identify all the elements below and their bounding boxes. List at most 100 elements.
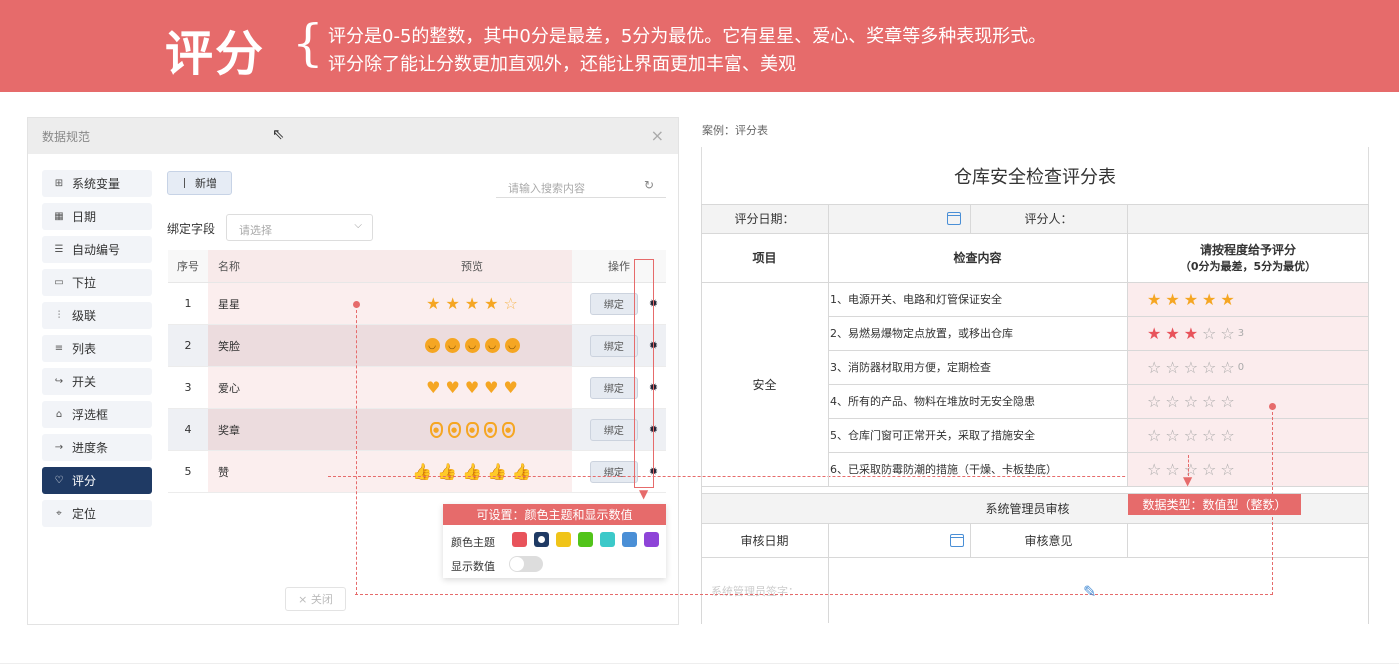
- mouse-cursor-icon: ⇖: [272, 125, 285, 143]
- list-icon: ≡: [54, 343, 64, 354]
- star-icon[interactable]: ★: [1184, 324, 1198, 343]
- bind-button[interactable]: 绑定: [589, 334, 638, 357]
- location-icon: ⌖: [56, 508, 62, 519]
- row-preview: ● ● ● ● ●: [372, 409, 572, 450]
- review-opinion-field[interactable]: [1127, 523, 1369, 557]
- star-icon[interactable]: ★: [1220, 290, 1234, 309]
- sidebar: ⊞ 系统变量 ▦ 日期 ☰ 自动编号 ▭ 下拉 ⫶ 级联 ≡ 列表 ↪ 开关 ⌂ 浮选框 → 进度条 ♡ 评分 ⌖ 定位: [42, 170, 152, 533]
- grid-line: [1127, 523, 1128, 557]
- star-outline-icon[interactable]: ☆: [1147, 426, 1161, 445]
- star-icon[interactable]: ★: [1147, 290, 1161, 309]
- sidebar-item[interactable]: ⌖ 定位: [42, 500, 152, 527]
- rating-stars[interactable]: ☆ ☆ ☆ ☆ ☆: [1147, 426, 1235, 445]
- sidebar-item[interactable]: ≡ 列表: [42, 335, 152, 362]
- color-swatch[interactable]: [600, 532, 615, 547]
- close-icon[interactable]: ×: [651, 126, 664, 145]
- star-outline-icon[interactable]: ☆: [1202, 358, 1216, 377]
- connector-line: [356, 305, 357, 595]
- score-header-line2: （0分为最差，5分为最优）: [1179, 260, 1317, 273]
- sidebar-item[interactable]: ⌂ 浮选框: [42, 401, 152, 428]
- color-swatch[interactable]: [512, 532, 527, 547]
- color-swatch[interactable]: [622, 532, 637, 547]
- star-outline-icon[interactable]: ☆: [1147, 358, 1161, 377]
- bind-button[interactable]: 绑定: [589, 376, 638, 399]
- star-outline-icon[interactable]: ☆: [1184, 358, 1198, 377]
- star-outline-icon[interactable]: ☆: [1202, 460, 1216, 479]
- sidebar-item[interactable]: ♡ 评分: [42, 467, 152, 494]
- add-button[interactable]: 新增: [167, 171, 232, 195]
- star-outline-icon[interactable]: ☆: [1202, 426, 1216, 445]
- star-icon[interactable]: ★: [1165, 324, 1179, 343]
- search-placeholder: 请输入搜索内容: [508, 182, 585, 195]
- row-index: 4: [184, 423, 192, 436]
- rating-stars[interactable]: ☆ ☆ ☆ ☆ ☆: [1147, 358, 1235, 377]
- review-title-text: 系统管理员审核: [985, 501, 1070, 516]
- thumbs-up-icon: 👍: [511, 462, 532, 481]
- rating-stars[interactable]: ★ ★ ★ ☆ ☆: [1147, 324, 1235, 343]
- star-outline-icon[interactable]: ☆: [1165, 392, 1179, 411]
- star-icon[interactable]: ★: [1165, 290, 1179, 309]
- table-row: 1 星星 ★ ★ ★ ★ ☆ 绑定 ✹: [168, 283, 666, 325]
- score-header-line1: 请按程度给予评分: [1199, 243, 1296, 257]
- star-outline-icon[interactable]: ☆: [1220, 426, 1234, 445]
- review-date-field[interactable]: [828, 523, 970, 557]
- sidebar-item[interactable]: ▦ 日期: [42, 203, 152, 230]
- color-swatch[interactable]: [534, 532, 549, 547]
- medal-icon: ●: [465, 421, 479, 438]
- thumbs-up-icon: 👍: [412, 462, 433, 481]
- star-outline-icon[interactable]: ☆: [1220, 324, 1234, 343]
- sidebar-item[interactable]: ⫶ 级联: [42, 302, 152, 329]
- date-field[interactable]: [828, 204, 970, 233]
- row-preview: 👍 👍 👍 👍 👍: [372, 451, 572, 492]
- sidebar-item[interactable]: → 进度条: [42, 434, 152, 461]
- grid-line: [970, 204, 971, 233]
- star-outline-icon[interactable]: ☆: [1147, 460, 1161, 479]
- row-name: 赞: [208, 451, 372, 492]
- score-value: 3: [1237, 327, 1245, 339]
- color-swatch[interactable]: [644, 532, 659, 547]
- star-icon[interactable]: ★: [1202, 290, 1216, 309]
- star-outline-icon[interactable]: ☆: [1147, 392, 1161, 411]
- case-label: 案例：评分表: [702, 124, 768, 137]
- color-swatch[interactable]: [556, 532, 571, 547]
- star-icon[interactable]: ★: [1184, 290, 1198, 309]
- star-outline-icon[interactable]: ☆: [1165, 358, 1179, 377]
- star-outline-icon[interactable]: ☆: [1220, 392, 1234, 411]
- star-outline-icon[interactable]: ☆: [1220, 358, 1234, 377]
- grid-line: [828, 204, 829, 486]
- sidebar-item[interactable]: ☰ 自动编号: [42, 236, 152, 263]
- bind-field-select[interactable]: 请选择 ⌵: [226, 214, 373, 241]
- star-outline-icon[interactable]: ☆: [1220, 460, 1234, 479]
- medal-icon: ●: [483, 421, 497, 438]
- show-value-toggle[interactable]: [509, 556, 543, 572]
- close-button[interactable]: × 关闭: [285, 587, 346, 611]
- rating-stars[interactable]: ★ ★ ★ ★ ★: [1147, 290, 1235, 309]
- star-outline-icon[interactable]: ☆: [1165, 460, 1179, 479]
- bind-field-placeholder: 请选择: [239, 224, 272, 237]
- search-input[interactable]: 请输入搜索内容 ↻: [496, 172, 666, 198]
- star-outline-icon[interactable]: ☆: [1184, 426, 1198, 445]
- sidebar-item[interactable]: ↪ 开关: [42, 368, 152, 395]
- rating-stars[interactable]: ☆ ☆ ☆ ☆ ☆: [1147, 392, 1235, 411]
- star-icon[interactable]: ★: [1147, 324, 1161, 343]
- medal-icon: ●: [501, 421, 515, 438]
- sidebar-item-label: 定位: [72, 507, 97, 521]
- bind-button[interactable]: 绑定: [589, 418, 638, 441]
- star-outline-icon[interactable]: ☆: [1202, 392, 1216, 411]
- row-name: 爱心: [208, 367, 372, 408]
- rater-field[interactable]: [1127, 204, 1369, 233]
- grid-line: [828, 452, 1369, 453]
- bind-button[interactable]: 绑定: [589, 460, 638, 483]
- sidebar-item[interactable]: ⊞ 系统变量: [42, 170, 152, 197]
- color-swatch[interactable]: [578, 532, 593, 547]
- star-outline-icon[interactable]: ☆: [1165, 426, 1179, 445]
- table-row: 2 笑脸 ◡ ◡ ◡ ◡ ◡ 绑定 ✹: [168, 325, 666, 367]
- dialog-title: 数据规范: [42, 130, 91, 144]
- refresh-icon[interactable]: ↻: [644, 178, 654, 192]
- bind-button[interactable]: 绑定: [589, 292, 638, 315]
- pen-icon[interactable]: ✎: [1083, 582, 1096, 601]
- star-outline-icon[interactable]: ☆: [1184, 392, 1198, 411]
- sidebar-item[interactable]: ▭ 下拉: [42, 269, 152, 296]
- star-outline-icon[interactable]: ☆: [1202, 324, 1216, 343]
- star-icon: ★: [484, 294, 499, 313]
